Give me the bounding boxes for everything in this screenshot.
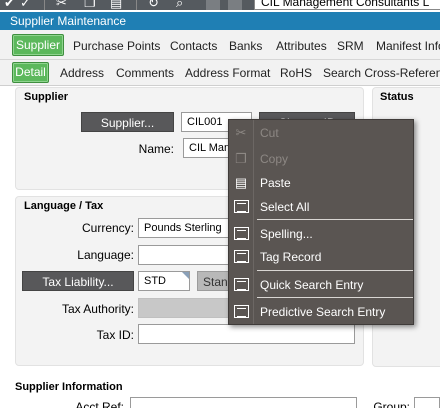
tab-purchase-points[interactable]: Purchase Points xyxy=(73,39,160,53)
language-label: Language: xyxy=(77,248,134,262)
context-menu-separator xyxy=(257,297,413,298)
scissors-icon[interactable]: ✂ xyxy=(56,0,67,10)
context-menu-select-all-label: Select All xyxy=(260,200,310,214)
tab-contacts[interactable]: Contacts xyxy=(170,39,217,53)
main-toolbar: ✔ ✓ ✂ ❐ ▤ ↻ ⌕ CIL Management Consultants… xyxy=(0,0,440,10)
context-menu-tag-record-label: Tag Record xyxy=(260,250,322,264)
tax-liability-button[interactable]: Tax Liability... xyxy=(22,271,134,291)
tab-address[interactable]: Address xyxy=(60,66,104,80)
select-all-icon xyxy=(233,199,249,215)
context-menu-cut-label: Cut xyxy=(260,126,279,140)
tax-authority-label: Tax Authority: xyxy=(61,302,134,316)
context-menu-separator xyxy=(257,219,413,220)
context-menu-quick-search[interactable]: Quick Search Entry xyxy=(229,274,413,296)
status-section-title: Status xyxy=(380,91,414,103)
tax-liability-field[interactable]: STD xyxy=(138,271,190,291)
quick-search-icon xyxy=(233,277,249,293)
tag-record-icon xyxy=(233,249,249,265)
tab-srm[interactable]: SRM xyxy=(337,39,364,53)
context-menu-spelling-label: Spelling... xyxy=(260,227,313,241)
context-menu-paste[interactable]: ▤ Paste xyxy=(229,172,413,194)
secondary-tab-bar: Detail Address Comments Address Format R… xyxy=(0,60,440,86)
tab-comments[interactable]: Comments xyxy=(116,66,174,80)
primary-tab-bar: Supplier Purchase Points Contacts Banks … xyxy=(0,30,440,60)
context-menu-cut[interactable]: ✂ Cut xyxy=(229,122,413,144)
tab-supplier[interactable]: Supplier xyxy=(12,34,64,56)
tab-banks[interactable]: Banks xyxy=(229,39,262,53)
tax-id-label: Tax ID: xyxy=(96,328,134,342)
currency-label: Currency: xyxy=(81,221,134,235)
supplier-section-title: Supplier xyxy=(24,91,69,103)
scissors-icon: ✂ xyxy=(235,125,247,140)
find-icon[interactable]: ⌕ xyxy=(176,0,183,10)
clipboard-icon: ▤ xyxy=(234,175,248,190)
context-menu-spelling[interactable]: Spelling... xyxy=(229,223,413,245)
group-field[interactable] xyxy=(414,397,440,408)
language-tax-section-title: Language / Tax xyxy=(24,200,104,212)
copy-icon[interactable]: ❐ xyxy=(84,0,96,10)
copy-icon: ❐ xyxy=(235,151,247,166)
context-menu-select-all[interactable]: Select All xyxy=(229,196,413,218)
context-menu-quick-search-label: Quick Search Entry xyxy=(260,278,364,292)
navigate-prev-icon[interactable] xyxy=(228,0,242,10)
context-menu-copy-label: Copy xyxy=(260,152,289,166)
supplier-info-section-title: Supplier Information xyxy=(15,381,123,393)
check-icon[interactable]: ✓ xyxy=(20,0,31,10)
supplier-button[interactable]: Supplier... xyxy=(81,112,174,132)
name-label: Name: xyxy=(138,142,174,156)
company-selector[interactable]: CIL Management Consultants L xyxy=(254,0,440,10)
tab-rohs[interactable]: RoHS xyxy=(280,66,312,80)
context-menu-paste-label: Paste xyxy=(260,176,291,190)
check-shield-icon[interactable]: ✔ xyxy=(4,0,15,10)
refresh-icon[interactable]: ↻ xyxy=(148,0,159,10)
navigate-first-icon[interactable] xyxy=(206,0,220,10)
toolbar-divider xyxy=(136,0,137,10)
acct-ref-field[interactable] xyxy=(130,397,357,408)
context-menu-separator xyxy=(257,270,413,271)
tab-address-format[interactable]: Address Format xyxy=(185,66,270,80)
tax-id-field[interactable] xyxy=(138,324,355,344)
paste-icon[interactable]: ▤ xyxy=(110,0,122,10)
spelling-icon xyxy=(233,226,249,242)
predictive-search-icon xyxy=(233,304,249,320)
tab-attributes[interactable]: Attributes xyxy=(276,39,327,53)
tab-search-cross-reference[interactable]: Search Cross-Reference xyxy=(323,66,440,80)
context-menu-tag-record[interactable]: Tag Record xyxy=(229,246,413,268)
group-label: Group: xyxy=(373,400,410,408)
context-menu-predictive-search[interactable]: Predictive Search Entry xyxy=(229,301,413,323)
acct-ref-label: Acct Ref: xyxy=(75,400,124,408)
context-menu-predictive-search-label: Predictive Search Entry xyxy=(260,305,386,319)
context-menu: ✂ Cut ❐ Copy ▤ Paste Select All Spelling… xyxy=(228,119,414,325)
context-menu-copy[interactable]: ❐ Copy xyxy=(229,148,413,170)
tab-manifest-info[interactable]: Manifest Info xyxy=(376,39,440,53)
toolbar-divider xyxy=(44,0,45,10)
tab-detail[interactable]: Detail xyxy=(12,62,49,83)
window-title: Supplier Maintenance xyxy=(0,12,440,30)
